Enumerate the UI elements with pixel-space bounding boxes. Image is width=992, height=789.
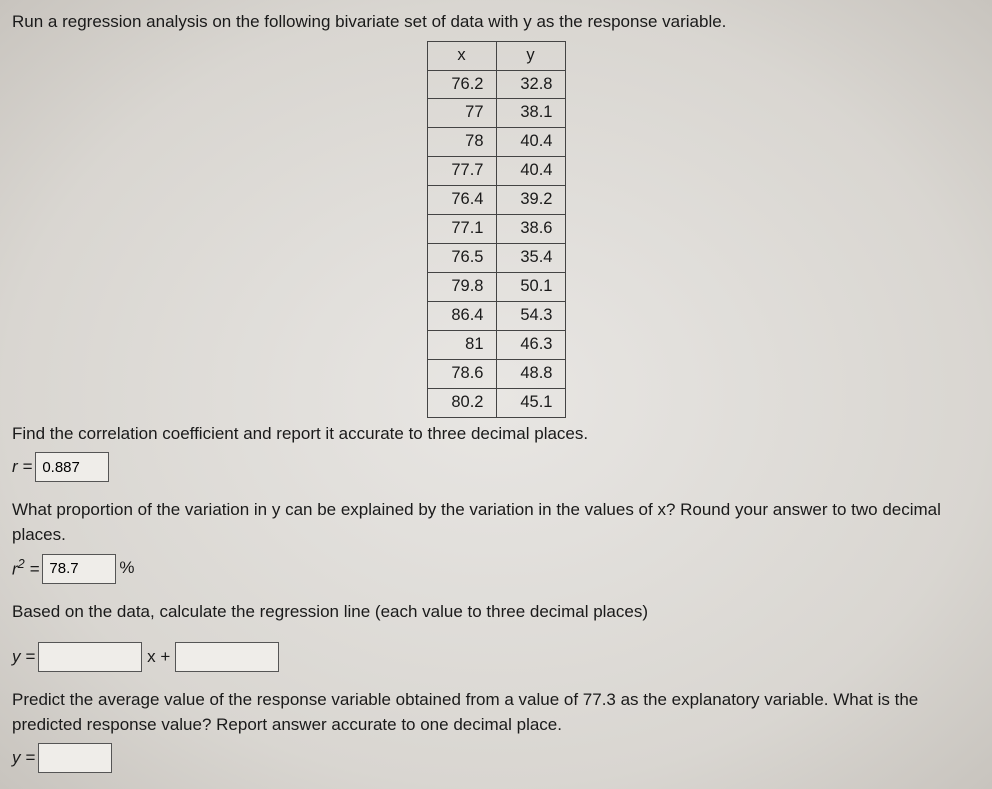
cell-y: 38.6 bbox=[496, 215, 565, 244]
q2-answer-row: r2 = % bbox=[12, 554, 980, 584]
cell-x: 86.4 bbox=[427, 301, 496, 330]
table-row: 86.454.3 bbox=[427, 301, 565, 330]
r2-input[interactable] bbox=[42, 554, 116, 584]
cell-y: 39.2 bbox=[496, 186, 565, 215]
r-label: r = bbox=[12, 455, 32, 480]
q4-prompt: Predict the average value of the respons… bbox=[12, 688, 980, 737]
cell-x: 78 bbox=[427, 128, 496, 157]
cell-y: 50.1 bbox=[496, 273, 565, 302]
cell-x: 76.5 bbox=[427, 244, 496, 273]
q3-prompt: Based on the data, calculate the regress… bbox=[12, 600, 980, 625]
table-row: 76.439.2 bbox=[427, 186, 565, 215]
cell-y: 54.3 bbox=[496, 301, 565, 330]
table-row: 8146.3 bbox=[427, 330, 565, 359]
table-row: 76.535.4 bbox=[427, 244, 565, 273]
q2-prompt: What proportion of the variation in y ca… bbox=[12, 498, 980, 547]
table-row: 77.138.6 bbox=[427, 215, 565, 244]
table-row: 77.740.4 bbox=[427, 157, 565, 186]
q1-answer-row: r = bbox=[12, 452, 980, 482]
cell-x: 76.2 bbox=[427, 70, 496, 99]
col-header-y: y bbox=[496, 41, 565, 70]
table-row: 79.850.1 bbox=[427, 273, 565, 302]
cell-x: 77 bbox=[427, 99, 496, 128]
cell-x: 77.1 bbox=[427, 215, 496, 244]
cell-y: 40.4 bbox=[496, 157, 565, 186]
cell-x: 76.4 bbox=[427, 186, 496, 215]
cell-y: 35.4 bbox=[496, 244, 565, 273]
cell-x: 81 bbox=[427, 330, 496, 359]
r2-label: r2 = bbox=[12, 555, 39, 582]
cell-y: 46.3 bbox=[496, 330, 565, 359]
cell-y: 40.4 bbox=[496, 128, 565, 157]
cell-y: 45.1 bbox=[496, 388, 565, 417]
col-header-x: x bbox=[427, 41, 496, 70]
x-plus-label: x + bbox=[147, 645, 170, 670]
intercept-input[interactable] bbox=[175, 642, 279, 672]
y-eq-label-1: y = bbox=[12, 645, 35, 670]
cell-x: 79.8 bbox=[427, 273, 496, 302]
table-row: 7840.4 bbox=[427, 128, 565, 157]
data-table: x y 76.232.87738.17840.477.740.476.439.2… bbox=[427, 41, 566, 418]
table-row: 80.245.1 bbox=[427, 388, 565, 417]
slope-input[interactable] bbox=[38, 642, 142, 672]
cell-x: 78.6 bbox=[427, 359, 496, 388]
y-eq-label-2: y = bbox=[12, 746, 35, 771]
table-row: 76.232.8 bbox=[427, 70, 565, 99]
r-input[interactable] bbox=[35, 452, 109, 482]
cell-x: 77.7 bbox=[427, 157, 496, 186]
cell-y: 38.1 bbox=[496, 99, 565, 128]
predict-input[interactable] bbox=[38, 743, 112, 773]
q3-answer-row: y = x + bbox=[12, 642, 980, 672]
table-row: 78.648.8 bbox=[427, 359, 565, 388]
percent-label: % bbox=[119, 556, 134, 581]
table-row: 7738.1 bbox=[427, 99, 565, 128]
cell-y: 32.8 bbox=[496, 70, 565, 99]
q1-prompt: Find the correlation coefficient and rep… bbox=[12, 422, 980, 447]
cell-y: 48.8 bbox=[496, 359, 565, 388]
q4-answer-row: y = bbox=[12, 743, 980, 773]
cell-x: 80.2 bbox=[427, 388, 496, 417]
intro-text: Run a regression analysis on the followi… bbox=[12, 10, 980, 35]
